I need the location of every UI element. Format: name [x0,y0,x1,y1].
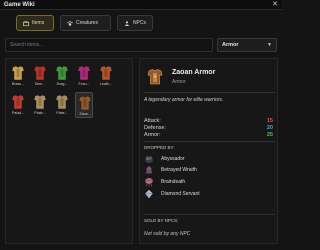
armor-plate-icon [55,94,69,110]
filter-selected-value: Armor [222,42,239,48]
armor-zaoan-icon [147,69,163,85]
item-grid-cell[interactable]: Focu... [75,63,93,89]
item-grid-cell[interactable]: Drag... [53,63,71,89]
dropped-by-name: Braindeath [161,179,186,185]
dropped-by-entry[interactable]: Abyssador [144,154,185,164]
stat-defense: Defense: 20 [144,125,273,131]
item-grid-label: Focu... [78,82,90,86]
item-grid-cell[interactable]: Leath... [97,63,115,89]
item-grid-label: Palad... [11,111,25,115]
item-grid-label: Plate... [56,111,68,115]
game-wiki-window: Game Wiki ✕ Items Creatures NPCs Search … [0,0,282,250]
close-icon[interactable]: ✕ [272,1,278,8]
stat-attack-label: Attack: [144,118,161,124]
title-bar: Game Wiki ✕ [0,0,282,10]
item-grid-cell[interactable]: Brass... [9,63,27,89]
armor-leather-icon [99,65,113,81]
item-grid-cell[interactable]: Plate... [53,92,71,118]
paw-icon [67,20,73,26]
sold-by-text: Not sold by any NPC [144,231,191,237]
diamond-servant-icon [145,189,153,199]
armor-zaoan-icon [78,95,92,111]
item-grid-label: Brass... [11,82,25,86]
wraith-icon [145,166,153,175]
divider [144,92,275,93]
dropped-by-entry[interactable]: Betrayed Wraith [144,165,197,175]
item-category: Armor [172,79,186,85]
armor-dragon-icon [55,65,69,81]
item-grid-label: Drag... [56,82,68,86]
item-description: A legendary armor for elite warriors. [144,97,224,103]
item-grid-cell[interactable]: Palad... [9,92,27,118]
item-grid-cell[interactable]: Zaoa... [75,92,93,118]
item-grid-cell[interactable]: Dem... [31,63,49,89]
dropped-by-name: Abyssador [161,156,185,162]
tab-items[interactable]: Items [16,15,54,31]
item-grid-panel: Brass... Dem... Drag... Focu... Leath... Pala… [5,58,133,244]
search-input[interactable]: Search items... [5,38,213,52]
category-tabs: Items Creatures NPCs [16,15,153,31]
chevron-down-icon: ▼ [267,42,272,48]
item-grid-label: Zaoa... [79,112,91,116]
category-filter-dropdown[interactable]: Armor ▼ [217,38,277,52]
tab-creatures[interactable]: Creatures [60,15,111,31]
dropped-by-heading: DROPPED BY: [144,145,175,150]
tab-npcs-label: NPCs [132,20,146,26]
divider [144,214,275,215]
tab-items-label: Items [32,20,45,26]
item-grid-cell[interactable]: Plate... [31,92,49,118]
item-grid: Brass... Dem... Drag... Focu... Leath... Pala… [9,63,115,118]
item-detail-panel: Zaoan Armor Armor A legendary armor for … [139,58,278,244]
braindeath-icon [145,178,153,187]
sold-by-heading: SOLD BY NPCS: [144,218,179,223]
item-grid-label: Leath... [100,82,112,86]
abyssador-icon [145,156,153,163]
armor-focus-icon [77,65,91,81]
search-placeholder: Search items... [10,42,44,48]
stat-armor: Armor: 25 [144,132,273,138]
stat-attack-value: 15 [266,118,273,124]
stat-defense-value: 20 [266,125,273,131]
dropped-by-name: Diamond Servant [161,191,200,197]
stat-defense-label: Defense: [144,125,167,131]
person-icon [124,20,130,26]
armor-demon-icon [33,65,47,81]
stat-armor-value: 25 [266,132,273,138]
armor-paladin-icon [11,94,25,110]
tab-creatures-label: Creatures [76,20,98,26]
armor-plate-icon [33,94,47,110]
item-name: Zaoan Armor [172,69,216,76]
chest-icon [23,20,29,26]
dropped-by-name: Betrayed Wraith [161,167,197,173]
divider [144,141,275,142]
tab-npcs[interactable]: NPCs [117,15,153,31]
dropped-by-entry[interactable]: Diamond Servant [144,189,200,199]
window-title: Game Wiki [4,1,35,8]
item-grid-label: Dem... [34,82,46,86]
item-grid-label: Plate... [34,111,46,115]
stat-armor-label: Armor: [144,132,161,138]
stat-attack: Attack: 15 [144,118,273,124]
dropped-by-entry[interactable]: Braindeath [144,177,185,187]
armor-brass-icon [11,65,25,81]
